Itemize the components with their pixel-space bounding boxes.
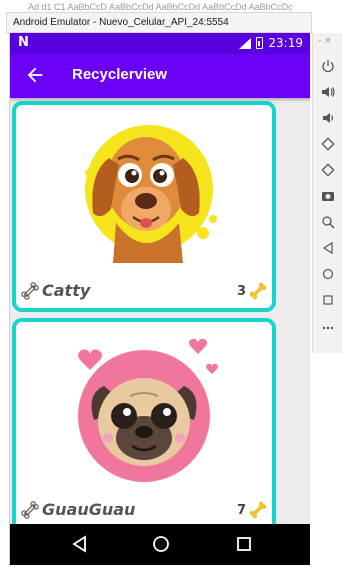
- navigation-bar: [10, 524, 310, 565]
- phone-screen: N 23:19 Recyclerview Catty 3 GuauGuau 7: [9, 33, 310, 565]
- more-icon[interactable]: [321, 321, 335, 335]
- back-arrow-icon[interactable]: [24, 64, 46, 86]
- dog-face-image: [85, 125, 217, 263]
- item-count: 7: [236, 503, 246, 518]
- camera-icon[interactable]: [321, 189, 335, 203]
- nav-home-icon[interactable]: [151, 534, 171, 554]
- bone-icon: [249, 501, 267, 519]
- pug-face-image: [78, 338, 218, 482]
- bone-outline-icon: [21, 501, 39, 519]
- volume-down-icon[interactable]: [321, 111, 335, 125]
- battery-icon: [256, 37, 264, 49]
- item-name: Catty: [42, 281, 91, 300]
- rotate-right-icon[interactable]: [321, 163, 335, 177]
- bone-icon: [249, 282, 267, 300]
- recycler-list[interactable]: Catty 3 GuauGuau 7: [10, 98, 310, 538]
- screen: Ad d1 C1 AaBbCcD AaBbCcDd AaBbCcDd AaBbC…: [0, 0, 342, 569]
- rotate-left-icon[interactable]: [321, 137, 335, 151]
- overview-icon[interactable]: [321, 293, 335, 307]
- status-right: 23:19: [239, 36, 303, 50]
- volume-up-icon[interactable]: [321, 85, 335, 99]
- zoom-icon[interactable]: [321, 215, 335, 229]
- list-item[interactable]: GuauGuau 7: [12, 318, 276, 538]
- bone-outline-icon: [21, 282, 39, 300]
- notification-n-icon: N: [18, 35, 29, 50]
- emulator-window-title[interactable]: Android Emulator - Nuevo_Celular_API_24:…: [6, 12, 312, 33]
- status-bar: N 23:19: [10, 33, 310, 54]
- power-icon[interactable]: [321, 59, 335, 73]
- clock: 23:19: [268, 36, 303, 50]
- signal-icon: [239, 37, 252, 49]
- item-count: 3: [236, 284, 246, 299]
- window-controls[interactable]: - ×: [318, 36, 332, 46]
- app-bar: Recyclerview: [10, 54, 310, 98]
- nav-back-icon[interactable]: [70, 534, 90, 554]
- item-name: GuauGuau: [42, 500, 136, 519]
- home-icon[interactable]: [321, 267, 335, 281]
- app-title: Recyclerview: [72, 66, 168, 83]
- emulator-toolbar: - ×: [312, 33, 342, 353]
- nav-overview-icon[interactable]: [234, 534, 254, 554]
- list-item[interactable]: Catty 3: [12, 101, 276, 312]
- back-icon[interactable]: [321, 241, 335, 255]
